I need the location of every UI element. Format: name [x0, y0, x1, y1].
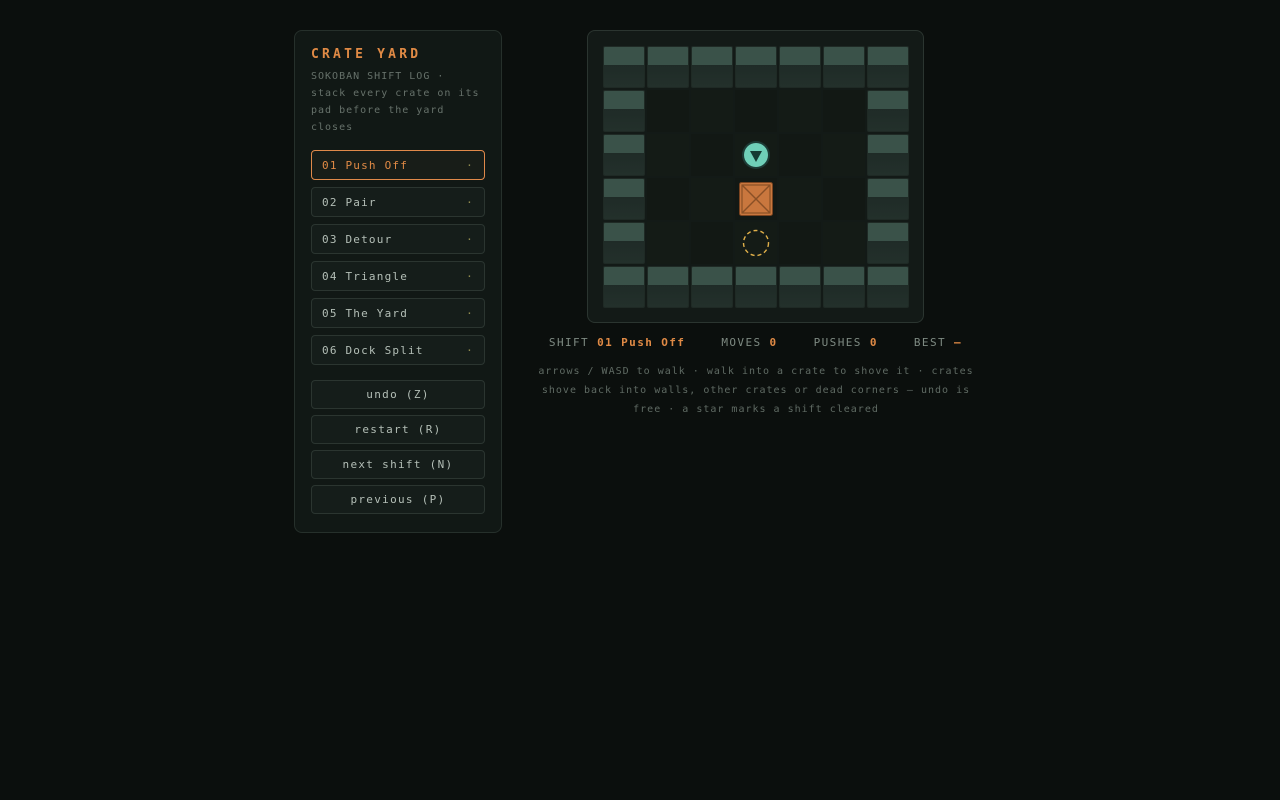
wall-tile	[691, 46, 733, 88]
floor-tile	[823, 222, 865, 264]
wall-tile	[867, 222, 909, 264]
level-item-06[interactable]: 06 Dock Split ·	[311, 335, 485, 365]
pushes-label: PUSHES	[813, 336, 862, 349]
floor-tile	[779, 134, 821, 176]
floor-tile	[647, 134, 689, 176]
wall-tile	[867, 266, 909, 308]
sidebar-panel: CRATE YARD SOKOBAN SHIFT LOG · stack eve…	[294, 30, 502, 533]
level-status-marker: ·	[466, 269, 474, 283]
wall-tile	[603, 90, 645, 132]
wall-tile	[867, 46, 909, 88]
floor-tile	[735, 222, 777, 264]
floor-tile	[779, 178, 821, 220]
wall-tile	[691, 266, 733, 308]
pushes-value: 0	[869, 336, 878, 349]
level-status-marker: ·	[466, 195, 474, 209]
floor-tile	[823, 90, 865, 132]
floor-tile	[735, 90, 777, 132]
best-label: BEST	[913, 336, 946, 349]
floor-tile	[779, 222, 821, 264]
wall-tile	[603, 178, 645, 220]
wall-tile	[647, 266, 689, 308]
best-value: —	[954, 336, 963, 349]
level-item-01[interactable]: 01 Push Off ·	[311, 150, 485, 180]
wall-tile	[603, 134, 645, 176]
level-item-02[interactable]: 02 Pair ·	[311, 187, 485, 217]
level-label: 05 The Yard	[322, 306, 409, 320]
floor-tile	[735, 178, 777, 220]
level-item-05[interactable]: 05 The Yard ·	[311, 298, 485, 328]
level-status-marker: ·	[466, 306, 474, 320]
floor-tile	[691, 90, 733, 132]
level-item-04[interactable]: 04 Triangle ·	[311, 261, 485, 291]
moves-label: MOVES	[721, 336, 762, 349]
wall-tile	[603, 222, 645, 264]
floor-tile	[647, 90, 689, 132]
floor-tile	[779, 90, 821, 132]
action-list: undo (Z) restart (R) next shift (N) prev…	[311, 380, 485, 514]
game-board[interactable]	[587, 30, 924, 323]
wall-tile	[603, 46, 645, 88]
wall-tile	[735, 266, 777, 308]
game-title: CRATE YARD	[311, 47, 422, 62]
level-list: 01 Push Off · 02 Pair · 03 Detour · 04 T…	[311, 150, 485, 365]
wall-tile	[823, 46, 865, 88]
floor-tile	[691, 222, 733, 264]
game-subtitle: SOKOBAN SHIFT LOG · stack every crate on…	[311, 71, 480, 133]
shift-label: SHIFT	[548, 336, 590, 349]
shift-value: 01 Push Off	[597, 336, 686, 349]
level-label: 04 Triangle	[322, 269, 409, 283]
level-status-marker: ·	[466, 158, 474, 172]
floor-tile	[691, 134, 733, 176]
crate-icon	[739, 182, 773, 216]
wall-tile	[779, 266, 821, 308]
floor-tile	[735, 134, 777, 176]
wall-tile	[867, 178, 909, 220]
board-grid	[603, 46, 909, 308]
moves-value: 0	[769, 336, 778, 349]
floor-tile	[647, 178, 689, 220]
status-bar: SHIFT 01 Push Off MOVES 0 PUSHES 0 BEST …	[537, 336, 974, 349]
player-down-arrow-icon	[742, 141, 770, 169]
previous-shift-button[interactable]: previous (P)	[311, 485, 485, 514]
wall-tile	[867, 90, 909, 132]
goal-pad-icon	[742, 229, 770, 257]
level-label: 01 Push Off	[322, 158, 409, 172]
restart-button[interactable]: restart (R)	[311, 415, 485, 444]
floor-tile	[691, 178, 733, 220]
undo-button[interactable]: undo (Z)	[311, 380, 485, 409]
wall-tile	[779, 46, 821, 88]
wall-tile	[867, 134, 909, 176]
wall-tile	[735, 46, 777, 88]
level-status-marker: ·	[466, 343, 474, 357]
floor-tile	[647, 222, 689, 264]
level-status-marker: ·	[466, 232, 474, 246]
level-label: 03 Detour	[322, 232, 393, 246]
level-item-03[interactable]: 03 Detour ·	[311, 224, 485, 254]
level-label: 06 Dock Split	[322, 343, 424, 357]
wall-tile	[647, 46, 689, 88]
floor-tile	[823, 134, 865, 176]
floor-tile	[823, 178, 865, 220]
next-shift-button[interactable]: next shift (N)	[311, 450, 485, 479]
wall-tile	[603, 266, 645, 308]
level-label: 02 Pair	[322, 195, 377, 209]
help-text: arrows / WASD to walk · walk into a crat…	[538, 366, 974, 415]
wall-tile	[823, 266, 865, 308]
